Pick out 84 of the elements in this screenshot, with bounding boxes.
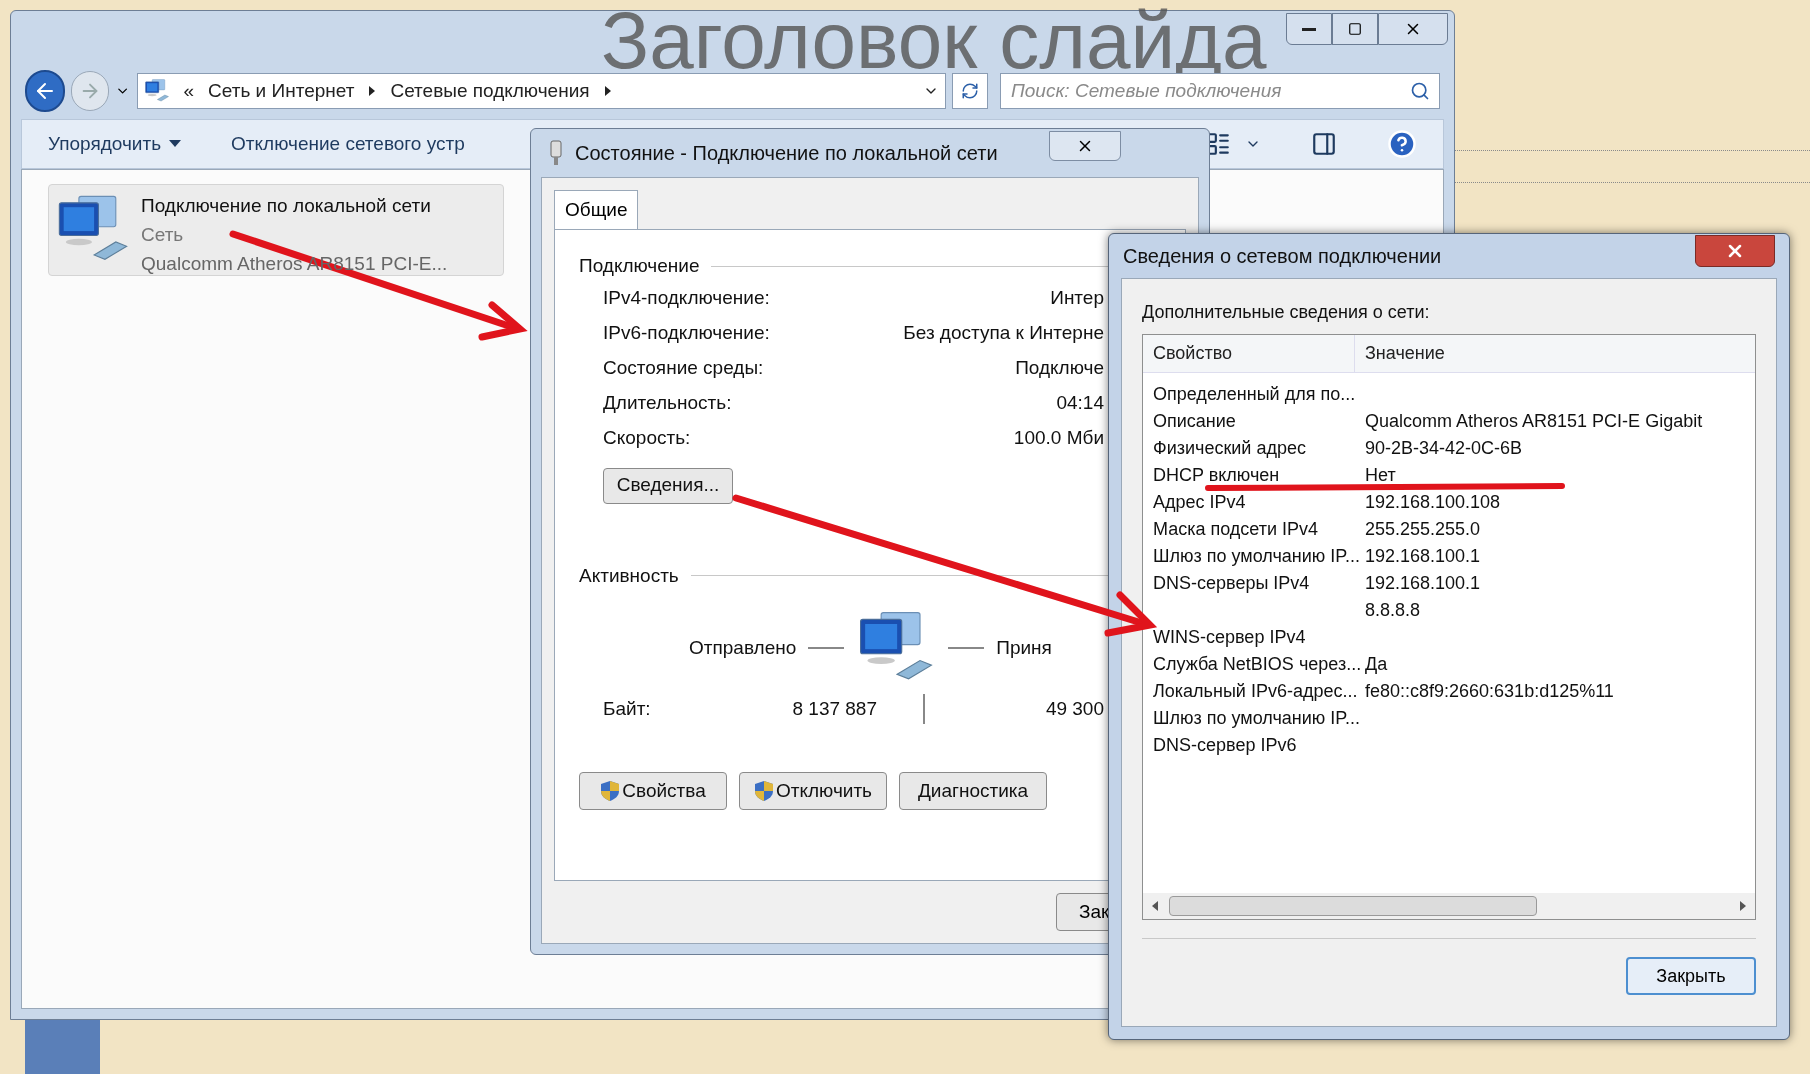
bytes-label: Байт: (603, 696, 652, 721)
column-header[interactable]: Свойство (1143, 335, 1355, 372)
help-icon[interactable] (1387, 129, 1417, 159)
dialog-button[interactable]: Свойства (579, 772, 727, 810)
breadcrumb-item[interactable]: Сетевые подключения (390, 76, 590, 106)
search-icon (1410, 81, 1430, 101)
section-heading: Подключение (579, 254, 700, 278)
toolbar-button[interactable]: Упорядочить (48, 129, 182, 159)
address-bar[interactable]: « Сеть и Интернет Сетевые подключения (136, 73, 946, 109)
dialog-title: Состояние - Подключение по локальной сети (575, 141, 998, 166)
property-cell: DNS-сервер IPv6 (1153, 735, 1297, 755)
property-cell: Служба NetBIOS через... (1153, 654, 1362, 674)
breadcrumb-overflow[interactable]: « (183, 76, 195, 106)
status-label: IPv4-подключение: (603, 285, 770, 310)
sent-label: Отправлено (689, 635, 797, 660)
dialog-button[interactable]: Диагностика (899, 772, 1047, 810)
scrollbar-thumb[interactable] (1169, 896, 1537, 916)
value-cell: 192.168.100.108 (1365, 492, 1501, 512)
breadcrumb-arrow-icon[interactable] (368, 85, 377, 97)
preview-pane-icon[interactable] (1311, 131, 1337, 157)
close-button[interactable] (1378, 13, 1448, 45)
value-cell: Да (1365, 654, 1388, 674)
value-cell: 90-2B-34-42-0C-6B (1365, 438, 1523, 458)
maximize-icon (1348, 22, 1362, 36)
bytes-received: 49 300 (1044, 696, 1104, 721)
refresh-icon (960, 82, 979, 100)
scroll-right-icon[interactable] (1739, 900, 1747, 912)
property-cell: Локальный IPv6-адрес... (1153, 681, 1358, 701)
value-cell: 192.168.100.1 (1365, 546, 1481, 566)
bytes-sent: 8 137 887 (791, 696, 877, 721)
status-value: 04:14 (1056, 390, 1104, 415)
property-cell: Шлюз по умолчанию IP... (1153, 546, 1360, 566)
value-cell: 8.8.8.8 (1365, 600, 1421, 620)
network-adapter-icon (549, 140, 563, 166)
status-value: Интер (1050, 285, 1104, 310)
network-computer-icon (143, 78, 170, 104)
back-button[interactable] (25, 70, 66, 112)
tab[interactable]: Общие (554, 190, 639, 230)
value-cell: fe80::c8f9:2660:631b:d125%11 (1365, 681, 1614, 701)
maximize-button[interactable] (1332, 13, 1378, 45)
breadcrumb-arrow-icon[interactable] (603, 85, 612, 97)
minimize-icon (1302, 27, 1316, 31)
column-header[interactable]: Значение (1355, 335, 1755, 372)
value-cell: Qualcomm Atheros AR8151 PCI-E Gigabit (1365, 411, 1703, 431)
dialog-title: Сведения о сетевом подключении (1123, 244, 1442, 269)
caret-icon (169, 140, 182, 148)
received-label: Приня (996, 635, 1052, 660)
status-label: IPv6-подключение: (603, 320, 770, 345)
details-caption: Дополнительные сведения о сети: (1142, 301, 1431, 324)
property-cell: Шлюз по умолчанию IP... (1153, 708, 1360, 728)
value-cell: 255.255.255.0 (1365, 519, 1481, 539)
shield-icon (600, 780, 621, 802)
search-field[interactable]: Поиск: Сетевые подключения (1000, 73, 1440, 109)
value-cell: Нет (1365, 465, 1396, 485)
details-button[interactable]: Сведения... (603, 467, 733, 504)
status-label: Состояние среды: (603, 355, 764, 380)
property-cell: Описание (1153, 411, 1236, 431)
property-cell: DHCP включен (1153, 465, 1280, 485)
property-cell: WINS-сервер IPv4 (1153, 627, 1306, 647)
scroll-left-icon[interactable] (1151, 900, 1159, 912)
refresh-button[interactable] (951, 73, 988, 109)
dialog-button[interactable]: Отключить (739, 772, 887, 810)
section-heading: Активность (579, 563, 679, 588)
property-cell: DNS-серверы IPv4 (1153, 573, 1310, 593)
connection-status: Сеть (141, 222, 185, 247)
property-cell: Маска подсети IPv4 (1153, 519, 1319, 539)
close-button[interactable] (1049, 131, 1121, 161)
status-value: 100.0 Мби (1013, 425, 1104, 450)
status-value: Без доступа к Интерне (903, 320, 1104, 345)
property-cell: Адрес IPv4 (1153, 492, 1246, 512)
status-value: Подключе (1015, 355, 1104, 380)
horizontal-scrollbar[interactable] (1143, 893, 1755, 919)
status-label: Длительность: (603, 390, 732, 415)
minimize-button[interactable] (1286, 13, 1332, 45)
value-cell: 192.168.100.1 (1365, 573, 1481, 593)
status-label: Скорость: (603, 425, 691, 450)
shield-icon (753, 780, 774, 802)
toolbar-button[interactable]: Отключение сетевого устр (231, 129, 465, 159)
close-button[interactable] (1695, 235, 1775, 267)
property-cell: Определенный для по... (1153, 384, 1356, 404)
property-cell: Физический адрес (1153, 438, 1306, 458)
connection-name: Подключение по локальной сети (141, 193, 432, 218)
breadcrumb-item[interactable]: Сеть и Интернет (208, 76, 355, 106)
close-dialog-button[interactable]: Закрыть (1626, 957, 1756, 995)
